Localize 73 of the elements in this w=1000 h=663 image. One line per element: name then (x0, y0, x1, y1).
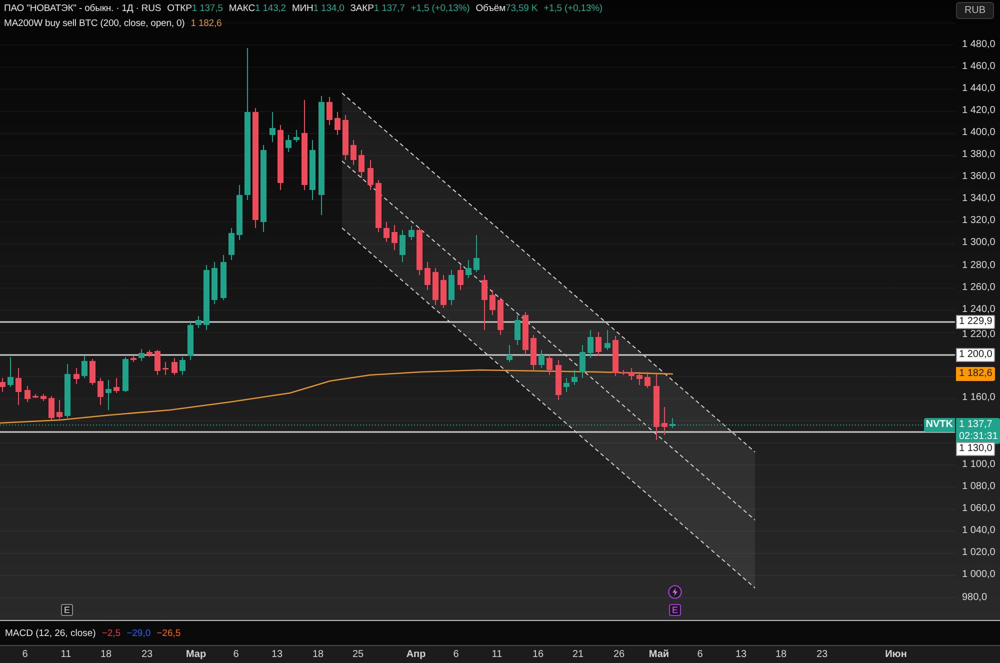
time-label: 18 (312, 649, 324, 661)
ohlc-label: ЗАКР (350, 3, 374, 15)
earnings-marker[interactable]: E (669, 604, 681, 616)
price-label: 1 400,0 (962, 127, 996, 139)
price-label: 1 220,0 (962, 329, 996, 341)
time-label: Апр (406, 649, 426, 661)
price-level-badge: 1 130,0 (956, 442, 996, 456)
lightning-icon[interactable] (668, 585, 682, 599)
price-label: 1 060,0 (962, 503, 996, 515)
time-label: 23 (141, 649, 153, 661)
ohlc-label: МИН (292, 3, 314, 15)
time-label: 13 (735, 649, 747, 661)
time-label: 16 (532, 649, 544, 661)
symbol-title: ПАО "НОВАТЭК" - обыкн. · 1Д · RUS (4, 3, 162, 15)
ohlc-value: 1 137,7 (374, 3, 405, 15)
price-label: 1 240,0 (962, 304, 996, 316)
symbol-badge: NVTK (924, 418, 955, 432)
price-level-badge: 1 200,0 (956, 348, 996, 362)
time-label: Май (648, 649, 670, 661)
indicator-title: MACD (12, 26, close) (5, 628, 96, 638)
indicator-value: −2,5 (102, 628, 121, 638)
indicator-value: 1 182,6 (190, 18, 222, 30)
price-label: 1 160,0 (962, 392, 996, 404)
time-label: 21 (572, 649, 584, 661)
time-label: 11 (60, 649, 72, 661)
price-label: 1 420,0 (962, 105, 996, 117)
change-value: +1,5 (+0,13%) (410, 3, 470, 15)
price-label: 1 360,0 (962, 171, 996, 183)
earnings-marker[interactable]: E (61, 604, 73, 616)
price-label: 1 340,0 (962, 193, 996, 205)
time-label: 6 (453, 649, 459, 661)
time-label: 18 (100, 649, 112, 661)
time-label: 11 (492, 649, 502, 661)
time-label: 13 (271, 649, 283, 661)
price-label: 1 320,0 (962, 215, 996, 227)
change-value: +1,5 (+0,13%) (544, 3, 602, 15)
indicator-value: −26,5 (156, 628, 181, 638)
price-label: 1 080,0 (962, 481, 996, 493)
ohlc-label: МАКС (228, 3, 255, 15)
price-label: 1 480,0 (962, 39, 996, 51)
ohlc-label: ОТКР (167, 3, 192, 15)
time-label: 18 (775, 649, 787, 661)
time-label: 26 (613, 649, 625, 661)
price-level-badge: 1 229,9 (956, 315, 996, 329)
indicator-value: −29,0 (126, 628, 151, 638)
price-label: 980,0 (962, 592, 988, 604)
price-label: 1 300,0 (962, 237, 996, 249)
price-label: 1 380,0 (962, 149, 996, 161)
volume-value: 73,59 K (506, 3, 538, 15)
last-price-value: 1 137,7 (959, 419, 994, 431)
time-label: 6 (697, 649, 703, 661)
time-label: 23 (816, 649, 828, 661)
countdown-timer: 02:31:31 (959, 431, 997, 443)
ohlc-value: 1 143,2 (254, 3, 286, 15)
price-label: 1 280,0 (962, 260, 996, 272)
currency-button[interactable]: RUB (956, 2, 994, 19)
time-label: Июн (885, 649, 907, 661)
time-label: 6 (233, 649, 239, 661)
indicator-value-badge: 1 182,6 (956, 367, 996, 381)
price-label: 1 100,0 (962, 459, 996, 471)
volume-label: Объём (476, 3, 506, 15)
ohlc-value: 1 137,5 (192, 3, 223, 15)
price-label: 1 040,0 (962, 525, 996, 537)
price-label: 1 020,0 (962, 547, 996, 559)
time-label: 6 (22, 649, 28, 661)
ohlc-value: 1 134,0 (313, 3, 344, 15)
price-label: 1 000,0 (962, 569, 996, 581)
time-label: Мар (186, 649, 206, 661)
time-label: 25 (352, 649, 364, 661)
indicator-title: MA200W buy sell BTC (200, close, open, 0) (4, 18, 185, 30)
price-label: 1 260,0 (962, 282, 996, 294)
price-label: 1 440,0 (962, 83, 996, 95)
price-label: 1 460,0 (962, 61, 996, 73)
